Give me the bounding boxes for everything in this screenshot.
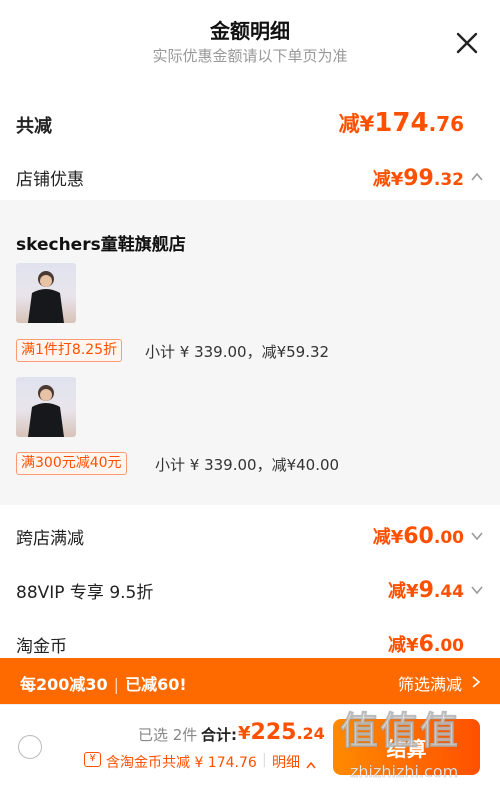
coin-discount-note: 含淘金币共减 ¥ 174.76 xyxy=(106,755,257,771)
watermark-url: zhizhizhi.com xyxy=(350,762,459,782)
total-label: 共减 xyxy=(16,116,52,137)
close-icon[interactable] xyxy=(454,30,480,56)
watermark-logo: 值值值 xyxy=(339,709,461,754)
vip-amount: 减¥9.44 xyxy=(388,578,464,603)
page-subtitle: 实际优惠金额请以下单页为准 xyxy=(152,47,348,65)
chevron-down-icon[interactable] xyxy=(470,528,484,542)
total-amount: 减¥174.76 xyxy=(338,108,464,138)
selected-count: 已选 2件 xyxy=(138,726,198,744)
detail-link[interactable]: 明细 xyxy=(272,752,300,772)
item-subtotal: 小计 ¥ 339.00，减¥59.32 xyxy=(145,343,330,361)
chevron-up-icon[interactable] xyxy=(305,755,317,774)
shop-name: skechers童鞋旗舰店 xyxy=(16,235,186,255)
promo-tag: 满1件打8.25折 xyxy=(16,339,123,362)
select-all-checkbox[interactable] xyxy=(18,735,42,759)
item-subtotal: 小计 ¥ 339.00，减¥40.00 xyxy=(155,456,340,474)
chevron-up-icon[interactable] xyxy=(470,169,484,183)
banner-left-text: 每200减30 | 已减60! xyxy=(20,675,187,694)
filter-discount-link[interactable]: 筛选满减 xyxy=(398,671,462,695)
chevron-right-icon xyxy=(470,674,482,693)
coins-amount: 减¥6.00 xyxy=(388,632,464,657)
promo-tag: 满300元减40元 xyxy=(16,452,127,475)
footer-total-amount: ¥225.24 xyxy=(238,720,325,745)
page-title: 金额明细 xyxy=(210,19,290,43)
product-thumbnail[interactable] xyxy=(16,377,76,437)
coins-label: 淘金币 xyxy=(16,637,67,657)
coupon-icon: ¥ xyxy=(84,752,101,767)
total-label: 合计: xyxy=(201,726,237,744)
store-discount-label: 店铺优惠 xyxy=(16,170,84,190)
divider: | xyxy=(262,752,267,768)
product-thumbnail[interactable] xyxy=(16,263,76,323)
vip-label: 88VIP 专享 9.5折 xyxy=(16,583,154,603)
cross-store-amount: 减¥60.00 xyxy=(372,524,464,549)
cross-store-label: 跨店满减 xyxy=(16,529,84,549)
promo-banner[interactable]: 每200减30 | 已减60! 筛选满减 xyxy=(0,658,500,704)
store-discount-amount: 减¥99.32 xyxy=(372,166,464,191)
chevron-down-icon[interactable] xyxy=(470,582,484,596)
